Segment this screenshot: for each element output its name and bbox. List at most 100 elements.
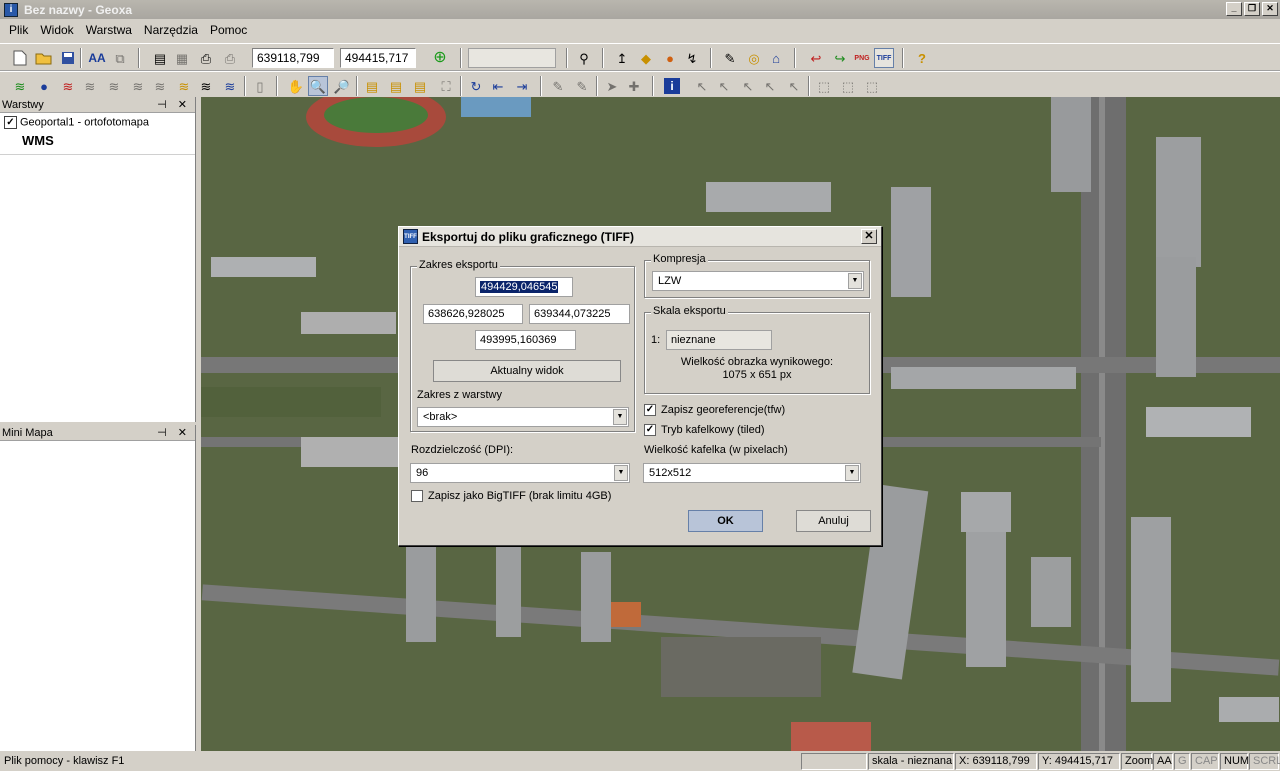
restore-button[interactable]: ❐ [1244,2,1260,16]
pointer-move-icon[interactable]: ↖ [784,76,804,96]
info-icon[interactable]: i [664,78,680,94]
extent-north-field[interactable]: 494429,046545 [475,277,573,297]
layer-down-icon[interactable]: ≋ [104,76,124,96]
measure-icon[interactable]: ↥ [612,48,632,68]
print-icon[interactable]: ⎙ [196,48,216,68]
antialias-icon[interactable]: AA [86,48,108,68]
minimize-button[interactable]: _ [1226,2,1242,16]
status-scale: skala - nieznana [868,753,954,770]
coord-y-field[interactable]: 494415,717 [340,48,416,68]
refresh-icon[interactable]: ↻ [466,76,486,96]
layer-extent-combo[interactable]: <brak> ▼ [417,407,629,427]
save-icon[interactable] [58,48,78,68]
draw-poly-icon[interactable]: ✎ [572,76,592,96]
layer-bottom-icon[interactable]: ≋ [150,76,170,96]
bigtiff-label: Zapisz jako BigTIFF (brak limitu 4GB) [428,490,612,502]
home-icon[interactable]: ⌂ [766,48,786,68]
extent-south-field[interactable]: 493995,160369 [475,330,576,350]
clear-select-icon[interactable]: ⬚ [838,76,858,96]
tiff-file-icon: TIFF [403,229,418,244]
next-view-icon[interactable]: ⇥ [512,76,532,96]
save-georef-checkbox[interactable]: ✓ [644,404,656,416]
zoom-in-icon[interactable]: 🔍 [308,76,328,96]
open-folder-icon[interactable] [34,48,54,68]
pointer-remove-icon[interactable]: ↖ [760,76,780,96]
pin-icon[interactable]: ⊣ [157,427,171,439]
pointer-icon[interactable]: ↖ [692,76,712,96]
panel-close-icon[interactable]: ✕ [178,99,191,111]
add-point-icon[interactable]: ✚ [624,76,644,96]
menu-plik[interactable]: Plik [3,23,34,37]
close-button[interactable]: ✕ [1262,2,1278,16]
window-icon[interactable]: ▤ [150,48,170,68]
previous-view-icon[interactable]: ⇤ [488,76,508,96]
network-icon[interactable]: ⚲ [574,48,594,68]
layer-clear-icon[interactable]: ▯ [250,76,270,96]
layer-up-icon[interactable]: ≋ [80,76,100,96]
cancel-button[interactable]: Anuluj [796,510,871,532]
print-preview-icon[interactable]: ▦ [172,48,192,68]
app-window: i Bez nazwy - Geoxa _ ❐ ✕ Plik Widok War… [0,0,1280,771]
tiled-mode-checkbox[interactable]: ✓ [644,424,656,436]
pointer-add-icon[interactable]: ↖ [738,76,758,96]
extent-east-field[interactable]: 639344,073225 [529,304,630,324]
draw-line-icon[interactable]: ✎ [548,76,568,96]
layer-table-icon[interactable]: ≋ [196,76,216,96]
status-g: G [1174,753,1190,770]
coord-x-field[interactable]: 639118,799 [252,48,334,68]
dialog-close-button[interactable]: ✕ [861,229,877,244]
layer-props-icon[interactable]: ≋ [174,76,194,96]
export-png-icon[interactable]: PNG [852,48,872,68]
minimap-panel-header: Mini Mapa ⊣ ✕ [0,425,195,441]
pan-hand-icon[interactable]: ✋ [286,76,306,96]
route-icon[interactable]: ↯ [682,48,702,68]
rect-select-icon[interactable]: ⬚ [814,76,834,96]
pointer-select-icon[interactable]: ↖ [714,76,734,96]
zoom-full-icon[interactable]: ⛶ [436,76,456,96]
export-tiff-icon[interactable]: TIFF [874,48,894,68]
dpi-combo[interactable]: 96 ▼ [410,463,630,483]
edit-layer-icon[interactable]: ✎ [720,48,740,68]
current-view-button[interactable]: Aktualny widok [433,360,621,382]
zoom-out-icon[interactable]: 🔎 [332,76,352,96]
scale-combo[interactable] [468,48,556,68]
panel-close-icon[interactable]: ✕ [178,427,191,439]
extent-west-field[interactable]: 638626,928025 [423,304,523,324]
globe-icon[interactable]: ● [660,48,680,68]
tag-icon[interactable]: ◆ [636,48,656,68]
layer-top-icon[interactable]: ≋ [128,76,148,96]
layer-extent-value: <brak> [423,411,458,423]
status-spacer [801,753,867,770]
new-file-icon[interactable] [10,48,30,68]
layer-info-icon[interactable]: ≋ [220,76,240,96]
add-layer-icon[interactable]: ≋ [10,76,30,96]
menu-warstwa[interactable]: Warstwa [80,23,138,37]
import-arrow-icon[interactable]: ↪ [830,48,850,68]
remove-layer-icon[interactable]: ≋ [58,76,78,96]
zoom-selection-icon[interactable]: ▤ [410,76,430,96]
zoom-all-icon[interactable]: ▤ [386,76,406,96]
goto-coords-icon[interactable]: ⊕ [430,48,450,68]
pin-icon[interactable]: ⊣ [157,99,171,111]
layers-copy-icon[interactable]: ⧉ [110,48,130,68]
menu-narzedzia[interactable]: Narzędzia [138,23,204,37]
layers-panel-title: Warstwy [2,98,44,111]
find-icon[interactable]: ◎ [744,48,764,68]
print-setup-icon[interactable]: ⎙ [220,48,240,68]
menu-widok[interactable]: Widok [34,23,79,37]
tile-size-combo[interactable]: 512x512 ▼ [643,463,861,483]
extent-group-label: Zakres eksportu [417,259,500,271]
help-icon[interactable]: ? [912,48,932,68]
compression-combo[interactable]: LZW ▼ [652,271,864,291]
layer-item[interactable]: ✓ Geoportal1 - ortofotomapa WMS [0,113,195,155]
status-cap: CAP [1191,753,1219,770]
layer-visibility-checkbox[interactable]: ✓ [4,116,17,129]
menu-pomoc[interactable]: Pomoc [204,23,253,37]
ok-button[interactable]: OK [688,510,763,532]
zoom-layer-icon[interactable]: ▤ [362,76,382,96]
invert-select-icon[interactable]: ⬚ [862,76,882,96]
bigtiff-checkbox[interactable] [411,490,423,502]
export-arrow-icon[interactable]: ↩ [806,48,826,68]
select-arrow-icon[interactable]: ➤ [602,76,622,96]
add-wms-icon[interactable]: ● [34,76,54,96]
